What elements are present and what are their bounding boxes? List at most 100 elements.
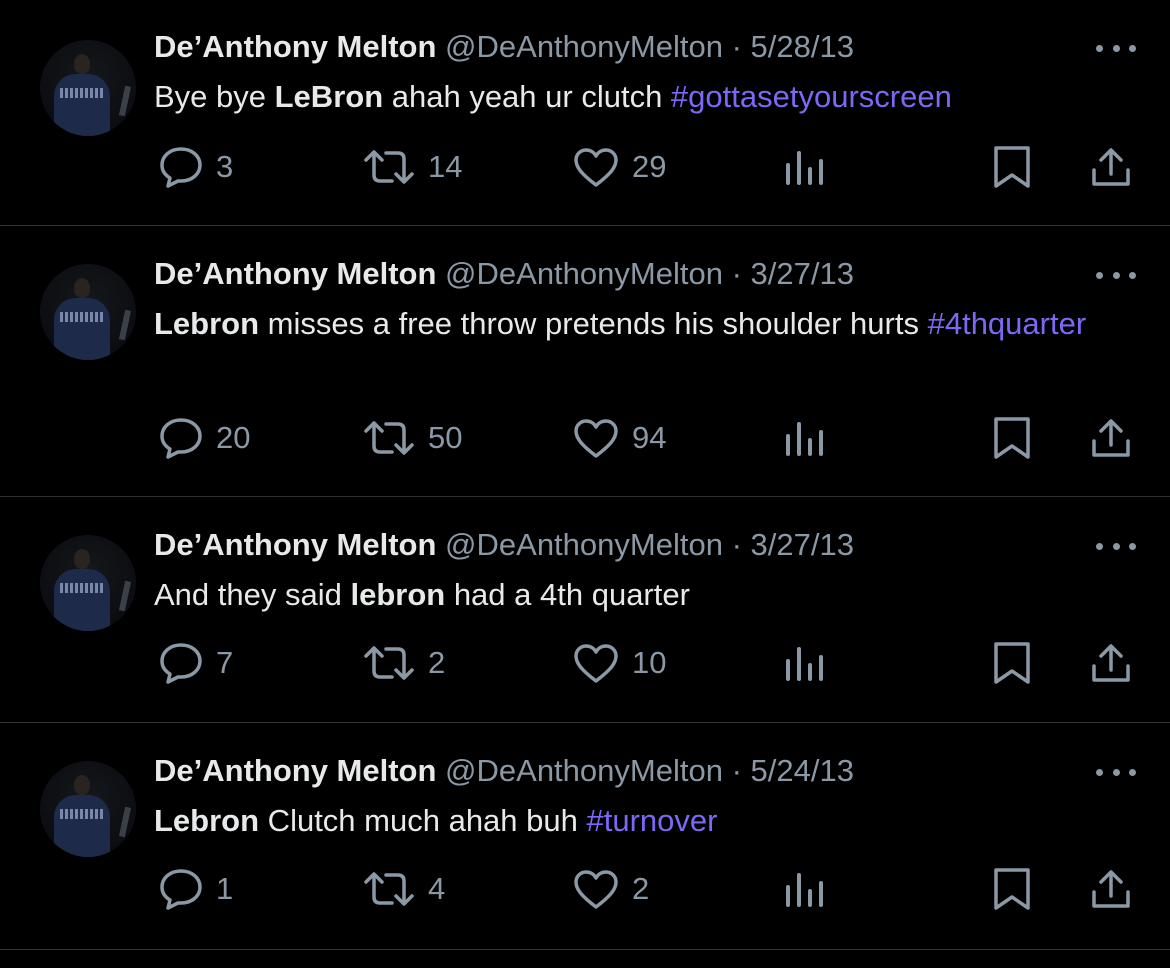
- action-bar: 1 4 2: [0, 866, 1170, 912]
- tweet-date[interactable]: 3/27/13: [751, 256, 854, 291]
- tweet-date[interactable]: 5/28/13: [751, 29, 854, 64]
- reply-button[interactable]: 7: [158, 640, 233, 686]
- tweet-text: Bye bye LeBron ahah yeah ur clutch #gott…: [154, 73, 1114, 120]
- retweet-icon: [362, 643, 416, 683]
- views-button[interactable]: [784, 144, 826, 190]
- like-button[interactable]: 94: [572, 415, 666, 461]
- share-button[interactable]: [1088, 640, 1134, 686]
- views-icon: [784, 869, 826, 909]
- author-name[interactable]: De’Anthony Melton: [154, 256, 436, 291]
- share-button[interactable]: [1088, 866, 1134, 912]
- bookmark-button[interactable]: [992, 144, 1032, 190]
- like-button[interactable]: 10: [572, 640, 666, 686]
- tweet[interactable]: De’Anthony Melton @DeAnthonyMelton · 5/2…: [0, 723, 1170, 950]
- retweet-count: 2: [428, 645, 446, 680]
- bookmark-icon: [992, 866, 1032, 912]
- separator-dot: ·: [731, 256, 751, 291]
- share-button[interactable]: [1088, 415, 1134, 461]
- retweet-count: 14: [428, 149, 463, 184]
- author-handle[interactable]: @DeAnthonyMelton: [445, 753, 732, 788]
- retweet-button[interactable]: 2: [362, 640, 445, 686]
- views-icon: [784, 147, 826, 187]
- reply-icon: [158, 416, 204, 460]
- avatar[interactable]: [40, 535, 136, 631]
- reply-icon: [158, 641, 204, 685]
- reply-count: 3: [216, 149, 234, 184]
- avatar[interactable]: [40, 40, 136, 136]
- retweet-button[interactable]: 14: [362, 144, 462, 190]
- tweet[interactable]: De’Anthony Melton @DeAnthonyMelton · 3/2…: [0, 497, 1170, 723]
- share-icon: [1088, 640, 1134, 686]
- bookmark-button[interactable]: [992, 415, 1032, 461]
- more-icon[interactable]: [1096, 43, 1136, 53]
- bookmark-button[interactable]: [992, 640, 1032, 686]
- text-segment: had a 4th quarter: [445, 577, 690, 612]
- heart-icon: [572, 642, 620, 684]
- reply-button[interactable]: 1: [158, 866, 233, 912]
- author-handle[interactable]: @DeAnthonyMelton: [445, 29, 732, 64]
- reply-button[interactable]: 20: [158, 415, 250, 461]
- views-button[interactable]: [784, 415, 826, 461]
- avatar[interactable]: [40, 264, 136, 360]
- retweet-button[interactable]: 4: [362, 866, 445, 912]
- views-icon: [784, 643, 826, 683]
- author-handle[interactable]: @DeAnthonyMelton: [445, 256, 732, 291]
- tweet[interactable]: De’Anthony Melton @DeAnthonyMelton · 3/2…: [0, 226, 1170, 497]
- separator-dot: ·: [731, 527, 751, 562]
- like-count: 94: [632, 420, 667, 455]
- views-icon: [784, 418, 826, 458]
- like-button[interactable]: 29: [572, 144, 666, 190]
- tweet[interactable]: De’Anthony Melton @DeAnthonyMelton · 5/2…: [0, 0, 1170, 226]
- text-bold: lebron: [350, 577, 446, 612]
- reply-count: 1: [216, 871, 234, 906]
- action-bar: 20 50 94: [0, 415, 1170, 461]
- author-name[interactable]: De’Anthony Melton: [154, 753, 436, 788]
- like-count: 10: [632, 645, 667, 680]
- text-bold: Lebron: [154, 803, 260, 838]
- separator-dot: ·: [731, 29, 751, 64]
- tweet-date[interactable]: 5/24/13: [751, 753, 854, 788]
- retweet-count: 50: [428, 420, 463, 455]
- heart-icon: [572, 417, 620, 459]
- bookmark-button[interactable]: [992, 866, 1032, 912]
- share-icon: [1088, 144, 1134, 190]
- retweet-button[interactable]: 50: [362, 415, 462, 461]
- retweet-icon: [362, 418, 416, 458]
- more-icon[interactable]: [1096, 270, 1136, 280]
- tweet-text: Lebron misses a free throw pretends his …: [154, 300, 1114, 347]
- hashtag-link[interactable]: #4thquarter: [928, 306, 1087, 341]
- avatar[interactable]: [40, 761, 136, 857]
- like-button[interactable]: 2: [572, 866, 649, 912]
- author-name[interactable]: De’Anthony Melton: [154, 29, 436, 64]
- more-icon[interactable]: [1096, 541, 1136, 551]
- text-segment: And they said: [154, 577, 351, 612]
- tweet-feed: De’Anthony Melton @DeAnthonyMelton · 5/2…: [0, 0, 1170, 968]
- bookmark-icon: [992, 640, 1032, 686]
- text-segment: ahah yeah ur clutch: [383, 79, 671, 114]
- reply-count: 7: [216, 645, 234, 680]
- share-icon: [1088, 415, 1134, 461]
- more-icon[interactable]: [1096, 767, 1136, 777]
- share-button[interactable]: [1088, 144, 1134, 190]
- retweet-icon: [362, 147, 416, 187]
- author-name[interactable]: De’Anthony Melton: [154, 527, 436, 562]
- hashtag-link[interactable]: #gottasetyourscreen: [671, 79, 952, 114]
- action-bar: 3 14 29: [0, 144, 1170, 190]
- reply-button[interactable]: 3: [158, 144, 233, 190]
- text-segment: Clutch much ahah buh: [259, 803, 587, 838]
- separator-dot: ·: [731, 753, 751, 788]
- share-icon: [1088, 866, 1134, 912]
- reply-count: 20: [216, 420, 251, 455]
- views-button[interactable]: [784, 640, 826, 686]
- text-segment: misses a free throw pretends his shoulde…: [259, 306, 928, 341]
- text-bold: LeBron: [274, 79, 384, 114]
- hashtag-link[interactable]: #turnover: [587, 803, 718, 838]
- action-bar: 7 2 10: [0, 640, 1170, 686]
- views-button[interactable]: [784, 866, 826, 912]
- bookmark-icon: [992, 415, 1032, 461]
- author-handle[interactable]: @DeAnthonyMelton: [445, 527, 732, 562]
- text-segment: Bye bye: [154, 79, 275, 114]
- tweet-text: And they said lebron had a 4th quarter: [154, 571, 1114, 618]
- like-count: 29: [632, 149, 667, 184]
- tweet-date[interactable]: 3/27/13: [751, 527, 854, 562]
